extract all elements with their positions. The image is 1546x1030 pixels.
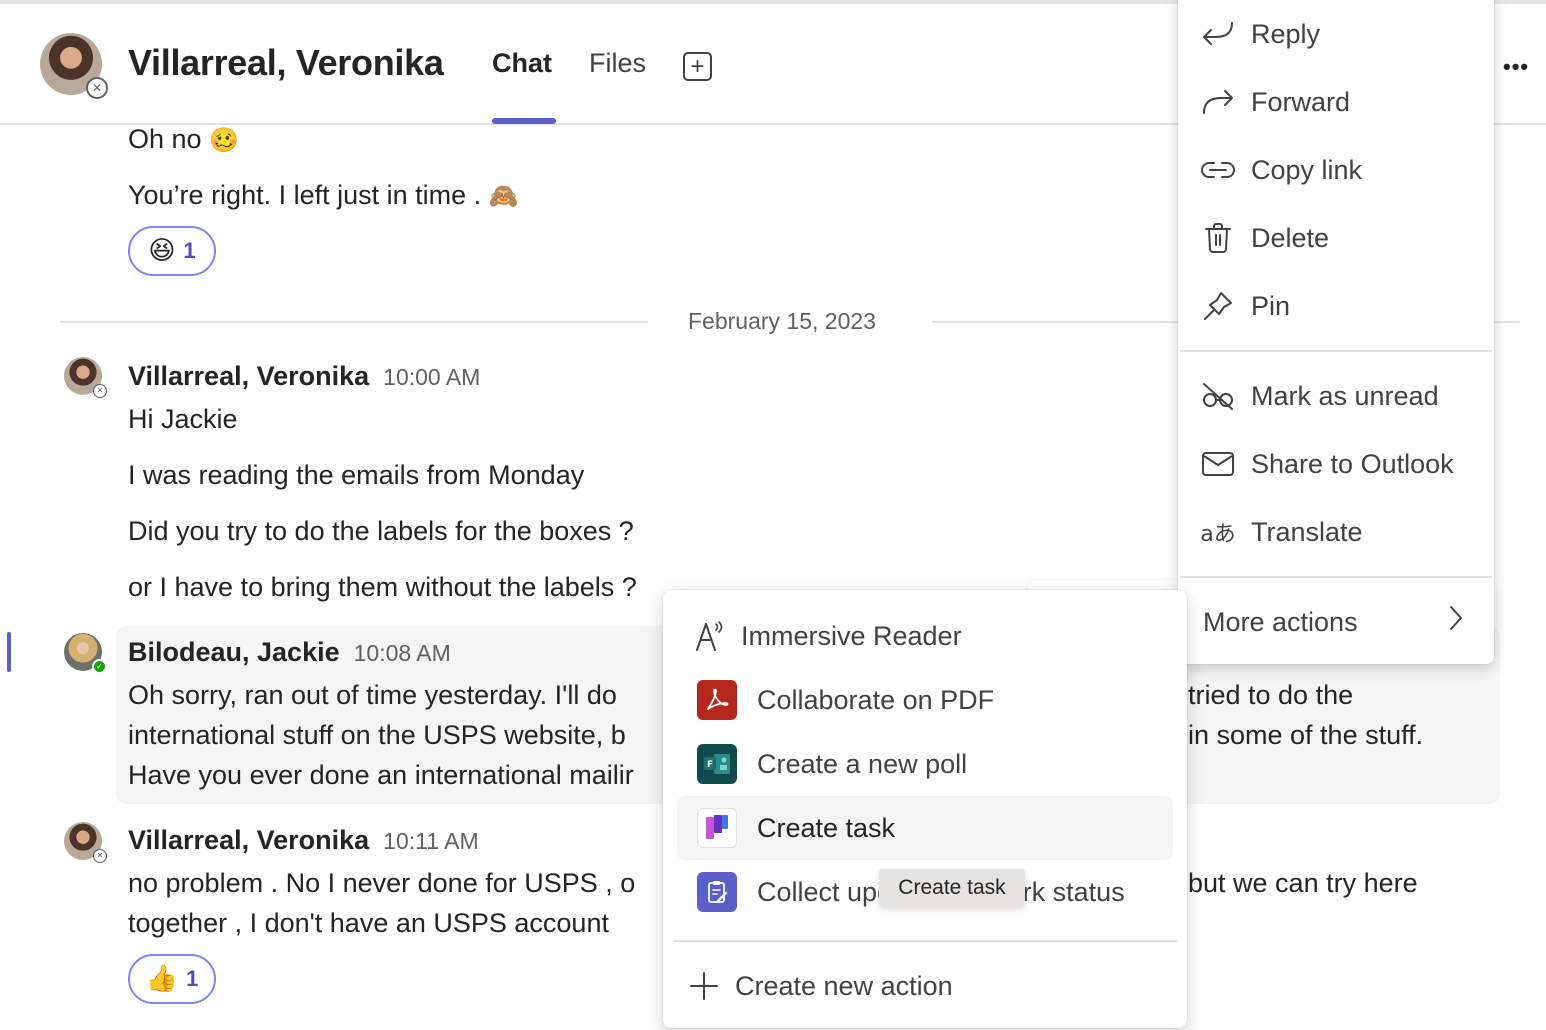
message-line: Did you try to do the labels for the box… xyxy=(128,516,634,546)
menu-separator xyxy=(673,940,1177,942)
menu-item-forward[interactable]: Forward xyxy=(1178,72,1494,132)
more-actions-submenu: Immersive Reader Collaborate on PDF F Cr… xyxy=(663,590,1187,1028)
message-line: Oh no 🥴 xyxy=(128,124,239,154)
action-immersive-reader[interactable]: Immersive Reader xyxy=(677,604,1173,668)
menu-separator xyxy=(1180,576,1492,578)
menu-item-reply[interactable]: Reply xyxy=(1178,4,1494,64)
menu-item-translate[interactable]: aあ Translate xyxy=(1178,502,1494,562)
action-create-new[interactable]: Create new action xyxy=(677,954,1173,1018)
mark-unread-icon xyxy=(1200,378,1236,414)
plus-square-icon: + xyxy=(690,52,705,80)
selected-message-indicator xyxy=(7,632,11,672)
add-tab-button[interactable]: + xyxy=(683,52,712,81)
message-line: international stuff on the USPS website,… xyxy=(128,720,626,750)
message-line: or I have to bring them without the labe… xyxy=(128,572,637,602)
message-author: Villarreal, Veronika 10:11 AM xyxy=(128,825,479,855)
forms-icon: F xyxy=(697,744,737,784)
more-options-button[interactable]: ••• xyxy=(1503,54,1529,80)
author-avatar[interactable]: ✓ xyxy=(64,633,107,674)
updates-icon xyxy=(697,872,737,912)
message-line: You’re right. I left just in time . 🙈 xyxy=(128,180,519,210)
adobe-acrobat-icon xyxy=(697,680,737,720)
message-line: but we can try here xyxy=(1188,868,1418,898)
action-create-task[interactable]: Create task xyxy=(677,796,1173,860)
planner-icon xyxy=(697,808,737,848)
contact-avatar[interactable]: ✕ xyxy=(40,33,108,99)
menu-separator xyxy=(1180,350,1492,352)
immersive-reader-icon xyxy=(695,620,729,652)
active-tab-indicator xyxy=(492,118,556,124)
menu-item-pin[interactable]: Pin xyxy=(1178,276,1494,336)
chat-title: Villarreal, Veronika xyxy=(128,42,444,83)
message-line: Hi Jackie xyxy=(128,404,238,434)
action-collaborate-pdf[interactable]: Collaborate on PDF xyxy=(677,668,1173,732)
message-time: 10:08 AM xyxy=(353,640,451,666)
presence-offline-icon: ✕ xyxy=(93,384,107,398)
thumbs-up-emoji: 👍 xyxy=(145,964,179,994)
svg-text:F: F xyxy=(707,760,713,770)
author-avatar[interactable]: ✕ xyxy=(64,357,107,398)
reaction-pill[interactable]: 👍 1 xyxy=(128,954,216,1004)
presence-offline-icon: ✕ xyxy=(86,77,108,99)
see-no-evil-emoji: 🙈 xyxy=(488,182,519,210)
menu-item-share-outlook[interactable]: Share to Outlook xyxy=(1178,434,1494,494)
trash-icon xyxy=(1200,220,1236,256)
pin-icon xyxy=(1200,288,1236,324)
action-create-poll[interactable]: F Create a new poll xyxy=(677,732,1173,796)
message-line: together , I don't have an USPS account xyxy=(128,908,609,938)
laughing-emoji: 😆 xyxy=(148,236,176,266)
menu-item-mark-unread[interactable]: Mark as unread xyxy=(1178,366,1494,426)
message-line: in some of the stuff. xyxy=(1188,720,1424,750)
tooltip: Create task xyxy=(879,869,1025,907)
message-time: 10:00 AM xyxy=(383,364,481,390)
message-line: Oh sorry, ran out of time yesterday. I'l… xyxy=(128,680,617,710)
message-line: tried to do the xyxy=(1188,680,1354,710)
message-context-menu: Reply Forward Copy link Delete Pin Mark … xyxy=(1178,0,1494,664)
link-icon xyxy=(1200,152,1236,188)
menu-item-copy-link[interactable]: Copy link xyxy=(1178,140,1494,200)
date-label: February 15, 2023 xyxy=(688,308,876,334)
presence-available-icon: ✓ xyxy=(92,659,107,674)
reaction-pill[interactable]: 😆 1 xyxy=(128,226,216,276)
plus-icon xyxy=(689,971,719,1001)
translate-icon: aあ xyxy=(1200,522,1236,547)
menu-item-delete[interactable]: Delete xyxy=(1178,208,1494,268)
message-line: no problem . No I never done for USPS , … xyxy=(128,868,636,898)
chevron-right-icon xyxy=(1448,604,1464,640)
ellipsis-icon: ••• xyxy=(1503,54,1530,79)
mail-icon xyxy=(1200,446,1236,482)
message-author: Bilodeau, Jackie 10:08 AM xyxy=(128,637,451,667)
author-avatar[interactable]: ✕ xyxy=(64,822,107,863)
message-line: I was reading the emails from Monday xyxy=(128,460,585,490)
menu-item-more-actions[interactable]: More actions xyxy=(1178,592,1494,652)
tab-files[interactable]: Files xyxy=(589,48,646,79)
reply-icon xyxy=(1200,16,1236,52)
presence-offline-icon: ✕ xyxy=(93,849,107,863)
divider-line xyxy=(60,321,648,323)
woozy-face-emoji: 🥴 xyxy=(209,126,239,154)
reaction-count: 1 xyxy=(183,238,196,263)
reaction-count: 1 xyxy=(186,966,199,991)
forward-icon xyxy=(1200,84,1236,120)
tab-chat[interactable]: Chat xyxy=(492,48,552,79)
message-author: Villarreal, Veronika 10:00 AM xyxy=(128,361,481,391)
message-line: Have you ever done an international mail… xyxy=(128,760,634,790)
message-time: 10:11 AM xyxy=(383,828,479,854)
